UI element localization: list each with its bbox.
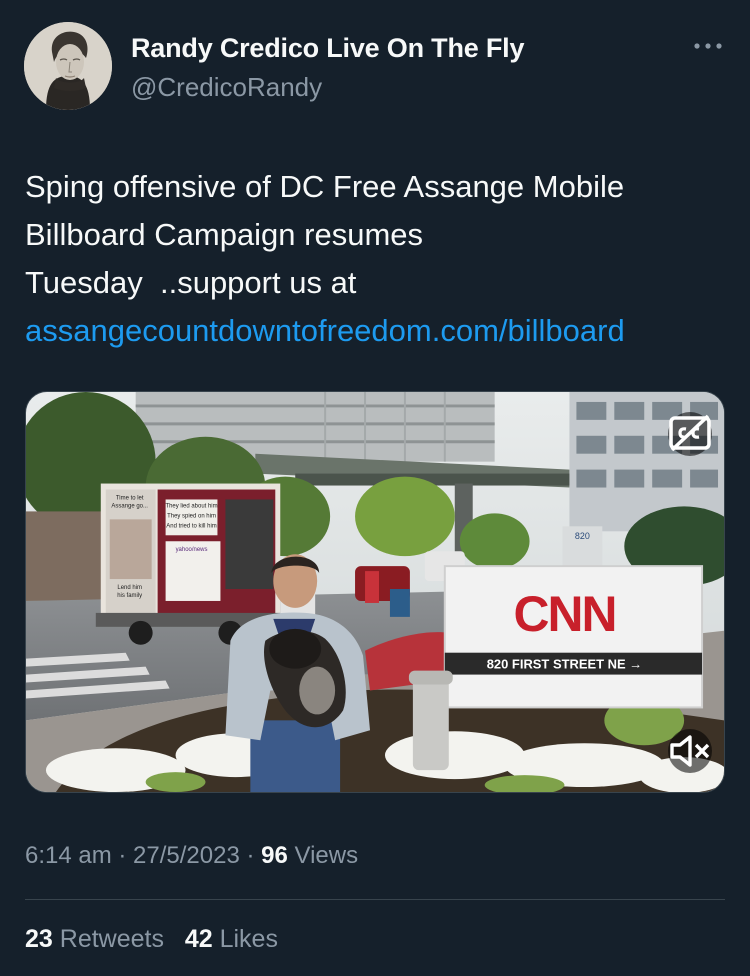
billboard-text: his family <box>117 593 142 599</box>
views-label: Views <box>287 842 359 869</box>
billboard-text: yahoo/news <box>176 547 208 553</box>
author-name[interactable]: Randy Credico Live On The Fly <box>131 33 524 64</box>
meta-separator: · <box>111 842 134 869</box>
billboard-text: They spied on him <box>167 513 216 519</box>
cnn-sign-address: 820 FIRST STREET NE → <box>487 657 642 672</box>
views-count: 96 <box>261 842 288 869</box>
author-handle[interactable]: @CredicoRandy <box>131 72 322 103</box>
billboard-text: Lend him <box>117 585 142 591</box>
tweet-video[interactable]: 820 Time to let Assange go... They lied … <box>25 391 725 793</box>
stats-spacer <box>164 925 185 953</box>
meta-separator: · <box>239 842 262 869</box>
divider <box>25 899 725 900</box>
cnn-sign: CNN 820 FIRST STREET NE → <box>443 565 704 709</box>
likes-count[interactable]: 42 <box>185 925 213 953</box>
likes-label[interactable]: Likes <box>213 925 278 953</box>
tweet-date[interactable]: 27/5/2023 <box>133 842 240 869</box>
billboard-text: And tried to kill him <box>166 523 217 529</box>
video-frame-image: 820 Time to let Assange go... They lied … <box>26 392 724 792</box>
ellipsis-icon[interactable] <box>690 34 726 58</box>
billboard-text: Assange go... <box>111 503 148 509</box>
avatar[interactable] <box>24 22 112 110</box>
muted-speaker-glyph <box>670 735 710 767</box>
billboard-text: They lied about him <box>165 503 217 509</box>
building-number: 820 <box>575 531 590 541</box>
muted-speaker-icon[interactable] <box>668 729 712 773</box>
captions-glyph <box>669 414 711 452</box>
tweet-text: Sping offensive of DC Free Assange Mobil… <box>25 163 725 355</box>
avatar-portrait-image <box>24 22 112 110</box>
retweets-count[interactable]: 23 <box>25 925 53 953</box>
tweet-stats: 23 Retweets 42 Likes <box>25 925 278 954</box>
tweet-text-line: Tuesday ..support us at <box>25 265 357 300</box>
retweets-label[interactable]: Retweets <box>53 925 164 953</box>
tweet-time[interactable]: 6:14 am <box>25 842 112 869</box>
tweet-meta: 6:14 am · 27/5/2023 · 96 Views <box>25 842 358 870</box>
tweet-text-line: Billboard Campaign resumes <box>25 217 424 252</box>
more-dots-glyph <box>694 43 722 49</box>
captions-icon[interactable] <box>668 412 712 456</box>
tweet-text-line: Sping offensive of DC Free Assange Mobil… <box>25 169 625 204</box>
cnn-logo: CNN <box>513 586 615 642</box>
billboard-text: Time to let <box>116 495 144 501</box>
tweet-link[interactable]: assangecountdowntofreedom.com/billboard <box>25 307 725 355</box>
